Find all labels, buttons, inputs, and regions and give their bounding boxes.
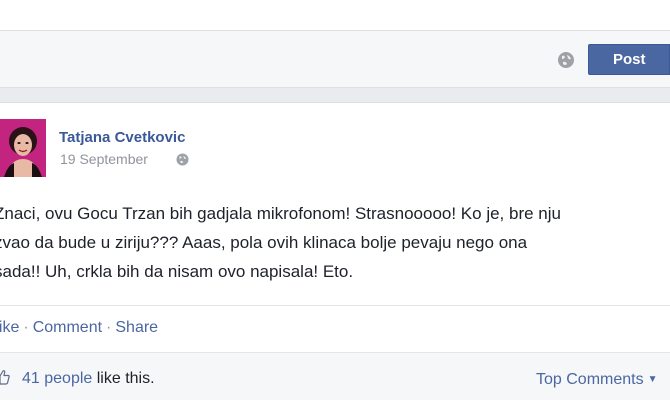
avatar[interactable] (0, 119, 46, 177)
likes-count-link[interactable]: 41 people (22, 370, 92, 387)
likes-bar: 41 people like this. Top Comments ▼ (0, 352, 670, 400)
page: Post Tatjana Cvetkovic 19 September Znac… (0, 0, 670, 400)
post-card: Tatjana Cvetkovic 19 September Znaci, ov… (0, 102, 670, 400)
top-comments-label: Top Comments (536, 371, 644, 388)
share-link[interactable]: Share (115, 319, 158, 336)
globe-icon (176, 153, 189, 166)
post-date[interactable]: 19 September (60, 151, 148, 167)
like-link[interactable]: Like (0, 319, 19, 336)
avatar-portrait-icon (0, 119, 46, 177)
top-comments-dropdown[interactable]: Top Comments ▼ (536, 371, 658, 389)
separator: · (23, 319, 29, 336)
post-button[interactable]: Post (588, 44, 670, 75)
post-author-name[interactable]: Tatjana Cvetkovic (59, 129, 185, 146)
globe-icon[interactable] (557, 51, 575, 69)
composer-toolbar: Post (0, 30, 670, 88)
thumbs-up-icon (0, 370, 10, 385)
post-text-line: zvao da bude u ziriju??? Aaas, pola ovih… (0, 233, 528, 252)
post-body: Znaci, ovu Gocu Trzan bih gadjala mikrof… (0, 199, 670, 286)
post-actions: Like·Comment·Share (0, 319, 158, 337)
divider (0, 305, 670, 306)
likes-summary: 41 people like this. (22, 370, 155, 388)
comment-link[interactable]: Comment (33, 319, 102, 336)
post-text-line: sada!! Uh, crkla bih da nisam ovo napisa… (0, 262, 354, 281)
separator: · (106, 319, 112, 336)
post-text-line: Znaci, ovu Gocu Trzan bih gadjala mikrof… (0, 204, 561, 223)
caret-down-icon: ▼ (647, 374, 658, 385)
likes-suffix: like this. (96, 370, 155, 387)
composer-text-area[interactable] (0, 0, 670, 30)
